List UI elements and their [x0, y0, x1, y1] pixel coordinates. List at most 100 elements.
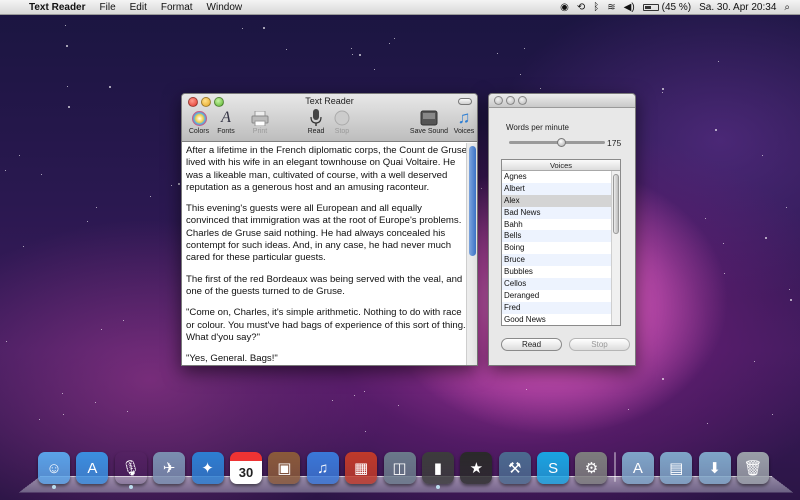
calendar-icon[interactable]: 30: [229, 452, 262, 484]
star: [772, 414, 773, 415]
colors-label: Colors: [188, 128, 210, 135]
star: [127, 411, 128, 412]
photo-icon[interactable]: ▦: [345, 452, 378, 484]
clock[interactable]: Sa. 30. Apr 20:34: [695, 2, 780, 13]
photo-booth-icon[interactable]: ▣: [268, 452, 301, 484]
star: [707, 423, 708, 424]
voice-item[interactable]: Good News: [502, 314, 620, 325]
panel-stop-button[interactable]: Stop: [569, 338, 630, 351]
save-sound-button[interactable]: Save Sound: [407, 109, 451, 135]
star: [723, 243, 724, 244]
trash-icon[interactable]: 🗑: [737, 452, 770, 484]
panel-read-button[interactable]: Read: [501, 338, 562, 351]
imovie-icon[interactable]: ★: [460, 452, 493, 484]
panel-close-button[interactable]: [494, 96, 503, 105]
fonts-button[interactable]: A Fonts: [210, 109, 242, 135]
window-titlebar: Text Reader Colors A Fonts Print Read St…: [182, 94, 477, 142]
menu-edit[interactable]: Edit: [123, 0, 154, 15]
safari-icon[interactable]: ✦: [191, 452, 224, 484]
star: [765, 237, 767, 239]
voice-item[interactable]: Boing: [502, 242, 620, 254]
document-text-area[interactable]: After a lifetime in the French diplomati…: [186, 145, 467, 363]
voice-item[interactable]: Bahh: [502, 219, 620, 231]
running-indicator: [128, 485, 133, 489]
bluetooth-icon[interactable]: ᛒ: [589, 2, 603, 13]
preview-icon[interactable]: ◫: [383, 452, 416, 484]
mail-icon[interactable]: ✈: [153, 452, 186, 484]
xcode-icon[interactable]: ⚒: [498, 452, 531, 484]
battery-status[interactable]: (45 %): [639, 2, 695, 13]
voice-item[interactable]: Agnes: [502, 171, 620, 183]
dock: ☺ A 🎙 ✈ ✦ 30 ▣ ♫ ▦ ◫ ▮ ★ ⚒ S ⚙ A ▤ ⬇ 🗑: [38, 452, 778, 492]
paragraph: "Come on, Charles, it's simple arithmeti…: [186, 307, 466, 343]
star: [705, 218, 706, 219]
star: [286, 49, 287, 50]
skype-icon[interactable]: S: [537, 452, 570, 484]
wpm-value: 175: [607, 138, 622, 148]
star: [101, 329, 102, 330]
wpm-slider-knob[interactable]: [556, 138, 566, 147]
star: [715, 129, 717, 131]
star: [365, 431, 366, 432]
star: [123, 320, 124, 321]
star: [662, 92, 663, 93]
voices-scroll-thumb[interactable]: [613, 174, 619, 234]
battery-icon: [642, 3, 659, 11]
star: [263, 27, 265, 29]
microphone-icon: [306, 109, 326, 127]
star: [95, 402, 96, 403]
system-preferences-icon[interactable]: ⚙: [575, 452, 608, 484]
voices-scrollbar[interactable]: [611, 171, 620, 325]
star: [67, 86, 68, 87]
app-store-icon[interactable]: A: [76, 452, 109, 484]
speech-settings-panel: Words per minute 175 Voices Agnes Albert A…: [488, 93, 636, 366]
volume-icon[interactable]: ◀): [620, 2, 639, 13]
voice-item[interactable]: Bubbles: [502, 266, 620, 278]
menu-app-name[interactable]: Text Reader: [22, 0, 93, 15]
documents-folder-icon[interactable]: ▤: [660, 452, 693, 484]
voice-item[interactable]: Bells: [502, 230, 620, 243]
voices-label: Voices: [453, 128, 475, 135]
star: [724, 273, 725, 274]
star: [242, 28, 243, 29]
voice-item[interactable]: Bad News: [502, 206, 620, 219]
voice-item[interactable]: Alex: [502, 194, 620, 207]
voices-list[interactable]: Voices Agnes Albert Alex Bad News Bahh Bells B…: [501, 159, 621, 326]
star: [19, 155, 20, 156]
voice-item[interactable]: Fred: [502, 301, 620, 314]
star: [65, 25, 66, 26]
voice-item[interactable]: Bruce: [502, 254, 620, 267]
time-machine-icon[interactable]: ⟲: [573, 2, 589, 13]
stop-button[interactable]: Stop: [326, 109, 358, 135]
document-scroll-thumb[interactable]: [469, 146, 476, 256]
voice-item[interactable]: Cellos: [502, 278, 620, 290]
menu-window[interactable]: Window: [200, 0, 250, 15]
microphone-icon[interactable]: 🎙: [115, 452, 147, 489]
voice-item[interactable]: Albert: [502, 182, 620, 195]
paragraph: After a lifetime in the French diplomati…: [186, 145, 467, 193]
toolbar-toggle-button[interactable]: [458, 98, 472, 105]
itunes-icon[interactable]: ♫: [306, 452, 339, 484]
star: [364, 391, 365, 392]
window-title: Text Reader: [305, 96, 354, 106]
downloads-folder-icon[interactable]: ⬇: [698, 452, 731, 484]
spotlight-icon[interactable]: ⌕: [780, 2, 794, 13]
printer-icon: [250, 109, 270, 127]
fonts-label: Fonts: [217, 128, 235, 135]
document-scrollbar[interactable]: [466, 143, 477, 365]
speech-status-icon[interactable]: ◉: [556, 2, 573, 13]
voice-item[interactable]: Deranged: [502, 290, 620, 302]
panel-zoom-button[interactable]: [518, 96, 527, 105]
star: [540, 88, 541, 89]
panel-minimize-button[interactable]: [506, 96, 515, 105]
menu-format[interactable]: Format: [154, 0, 200, 15]
voices-button[interactable]: ♫ Voices: [448, 108, 480, 135]
menu-file[interactable]: File: [93, 0, 123, 15]
applications-folder-icon[interactable]: A: [621, 452, 654, 484]
finder-icon[interactable]: ☺: [38, 452, 70, 489]
battery-app-icon[interactable]: ▮: [421, 452, 454, 489]
wifi-icon[interactable]: ≋: [603, 2, 619, 13]
print-button[interactable]: Print: [244, 109, 276, 135]
paragraph: The first of the red Bordeaux was being …: [186, 273, 463, 297]
star: [389, 43, 390, 44]
